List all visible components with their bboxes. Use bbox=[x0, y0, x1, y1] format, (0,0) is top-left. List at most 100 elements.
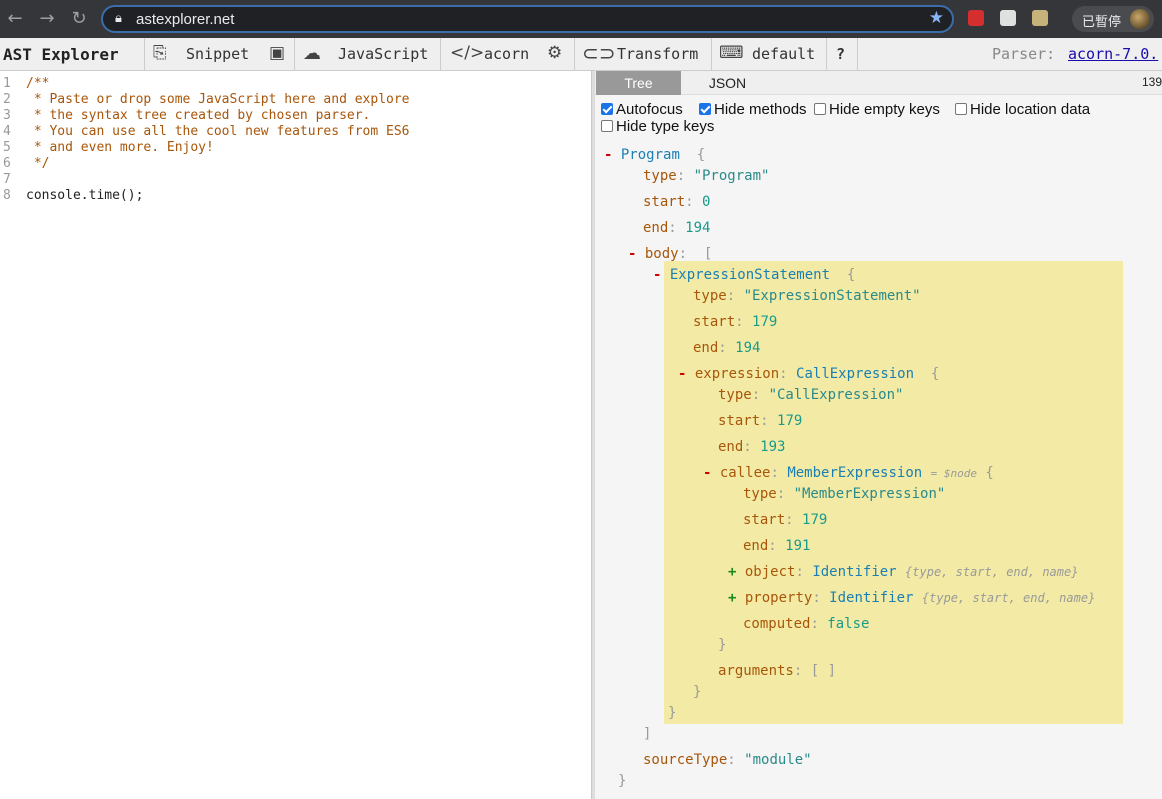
ast-tree: - Program { type: "Program" start: 0 end… bbox=[595, 71, 1162, 799]
toolbar-divider bbox=[144, 38, 145, 70]
app-toolbar: AST Explorer ⎘ Snippet ▣ ☁ JavaScript </… bbox=[0, 38, 1162, 71]
property-key: body bbox=[644, 246, 679, 262]
node-type: MemberExpression bbox=[787, 465, 923, 481]
keymap-button[interactable]: default bbox=[752, 45, 815, 63]
tree-property: start: 179 bbox=[693, 314, 778, 330]
collapse-toggle[interactable]: - bbox=[628, 246, 636, 262]
code-text: * Paste or drop some JavaScript here and… bbox=[26, 92, 410, 107]
code-icon: </> bbox=[450, 43, 485, 63]
property-key: start bbox=[693, 314, 736, 330]
expand-toggle[interactable]: + bbox=[728, 590, 736, 606]
property-key: start bbox=[743, 512, 786, 528]
tree-property: arguments: [ ] bbox=[718, 663, 837, 679]
line-number: 6 bbox=[3, 156, 11, 171]
save-icon[interactable]: ▣ bbox=[269, 43, 285, 63]
expand-toggle[interactable]: + bbox=[728, 564, 736, 580]
parser-label: Parser: bbox=[992, 45, 1056, 63]
collapse-toggle[interactable]: - bbox=[604, 147, 612, 163]
app-title: AST Explorer bbox=[3, 45, 119, 64]
code-line: 2 * Paste or drop some JavaScript here a… bbox=[0, 92, 591, 108]
tree-property: end: 191 bbox=[743, 538, 811, 554]
line-number: 3 bbox=[3, 108, 11, 123]
property-key: end bbox=[643, 220, 669, 236]
qr-code-icon[interactable] bbox=[1000, 10, 1016, 26]
extension-icon[interactable] bbox=[968, 10, 984, 26]
collapse-toggle[interactable]: - bbox=[678, 366, 686, 382]
keyboard-icon: ⌨ bbox=[719, 43, 744, 63]
help-button[interactable]: ? bbox=[836, 45, 845, 63]
browser-chrome: ← → ↻ 🔒︎ astexplorer.net ★ 已暫停 bbox=[0, 0, 1162, 38]
property-value: "CallExpression" bbox=[768, 387, 904, 403]
code-line: 8 console.time(); bbox=[0, 188, 591, 204]
tree-node-program[interactable]: - Program { bbox=[604, 146, 705, 164]
code-line: 7 bbox=[0, 172, 591, 188]
code-text: /** bbox=[26, 76, 50, 91]
property-value: 0 bbox=[702, 194, 711, 210]
bookmark-star-icon[interactable]: ★ bbox=[929, 8, 944, 28]
closing-brace: } bbox=[668, 705, 677, 721]
toggle-icon[interactable]: ⊂⊃ bbox=[582, 41, 616, 65]
line-number: 1 bbox=[3, 76, 11, 91]
parser-button[interactable]: acorn bbox=[484, 45, 529, 63]
snippet-icon: ⎘ bbox=[153, 43, 167, 63]
tree-node-body[interactable]: - body: [ bbox=[628, 245, 712, 263]
reload-icon[interactable]: ↻ bbox=[69, 9, 89, 29]
tree-node-object[interactable]: + object: Identifier {type, start, end, … bbox=[728, 563, 1078, 581]
property-key: type bbox=[718, 387, 752, 403]
tree-property: end: 193 bbox=[718, 439, 786, 455]
line-number: 5 bbox=[3, 140, 11, 155]
tree-property: type: "ExpressionStatement" bbox=[693, 288, 921, 304]
code-text: console.time(); bbox=[26, 188, 144, 203]
snippet-button[interactable]: Snippet bbox=[186, 45, 249, 63]
code-text: * and even more. Enjoy! bbox=[26, 140, 214, 155]
image-extension-icon[interactable] bbox=[1032, 10, 1048, 26]
property-key: start bbox=[718, 413, 761, 429]
tree-node-member-expression[interactable]: - callee: MemberExpression = $node { bbox=[703, 464, 994, 483]
tree-property: start: 179 bbox=[718, 413, 803, 429]
profile-button[interactable]: 已暫停 bbox=[1072, 6, 1154, 32]
property-key: start bbox=[643, 194, 686, 210]
line-number: 7 bbox=[3, 172, 11, 187]
toolbar-divider bbox=[294, 38, 295, 70]
property-value: 194 bbox=[735, 340, 761, 356]
tree-property: type: "Program" bbox=[643, 168, 770, 184]
tree-node-expression-statement[interactable]: - ExpressionStatement { bbox=[653, 266, 855, 284]
transform-button[interactable]: Transform bbox=[617, 45, 698, 63]
tree-property: end: 194 bbox=[693, 340, 761, 356]
code-text: * You can use all the cool new features … bbox=[26, 124, 410, 139]
gear-icon[interactable]: ⚙ bbox=[547, 43, 562, 63]
back-icon[interactable]: ← bbox=[5, 9, 25, 29]
property-key: end bbox=[718, 439, 744, 455]
closing-bracket: ] bbox=[643, 726, 652, 742]
parser-version-link[interactable]: acorn-7.0. bbox=[1068, 45, 1158, 63]
node-type: Identifier bbox=[829, 590, 914, 606]
cloud-icon: ☁ bbox=[303, 43, 321, 64]
avatar bbox=[1130, 9, 1150, 29]
code-line: 6 */ bbox=[0, 156, 591, 172]
code-editor[interactable]: 1 /** 2 * Paste or drop some JavaScript h… bbox=[0, 71, 591, 799]
tree-property: type: "CallExpression" bbox=[718, 387, 904, 403]
address-bar[interactable]: 🔒︎ astexplorer.net ★ bbox=[101, 5, 954, 33]
profile-label: 已暫停 bbox=[1082, 15, 1122, 30]
property-value: 191 bbox=[785, 538, 811, 554]
property-key: arguments bbox=[718, 663, 794, 679]
tree-node-call-expression[interactable]: - expression: CallExpression { bbox=[678, 365, 939, 383]
lock-icon: 🔒︎ bbox=[115, 11, 122, 26]
tree-property: start: 179 bbox=[743, 512, 828, 528]
property-key: end bbox=[693, 340, 719, 356]
forward-icon[interactable]: → bbox=[37, 9, 57, 29]
code-line: 1 /** bbox=[0, 76, 591, 92]
property-key: sourceType bbox=[643, 752, 728, 768]
tree-node-property[interactable]: + property: Identifier {type, start, end… bbox=[728, 589, 1095, 607]
tree-property: computed: false bbox=[743, 616, 870, 632]
property-key: object bbox=[744, 564, 796, 580]
toolbar-divider bbox=[826, 38, 827, 70]
property-key: type bbox=[743, 486, 777, 502]
line-number: 4 bbox=[3, 124, 11, 139]
closing-brace: } bbox=[693, 684, 702, 700]
output-panel: Tree JSON 139 Autofocus Hide methods Hid… bbox=[595, 71, 1162, 799]
code-line: 3 * the syntax tree created by chosen pa… bbox=[0, 108, 591, 124]
language-button[interactable]: JavaScript bbox=[338, 45, 428, 63]
collapse-toggle[interactable]: - bbox=[703, 465, 711, 481]
collapse-toggle[interactable]: - bbox=[653, 267, 661, 283]
